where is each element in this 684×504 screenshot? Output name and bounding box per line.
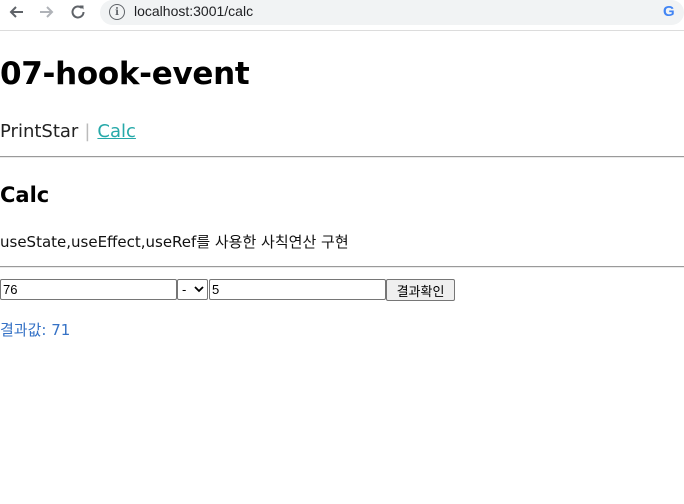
operator-selected-value: - bbox=[182, 282, 187, 297]
nav-separator: | bbox=[84, 121, 91, 142]
divider-bottom bbox=[0, 266, 684, 268]
section-description: useState,useEffect,useRef를 사용한 사칙연산 구현 bbox=[0, 233, 349, 251]
url-text[interactable]: localhost:3001/calc bbox=[134, 3, 253, 19]
back-arrow-icon[interactable] bbox=[4, 0, 28, 24]
page-title: 07-hook-event bbox=[0, 56, 250, 92]
google-icon[interactable]: G bbox=[663, 4, 677, 20]
operand-a-input[interactable] bbox=[0, 279, 177, 300]
chevron-down-icon bbox=[194, 284, 204, 296]
forward-arrow-icon[interactable] bbox=[35, 0, 59, 24]
operand-b-input[interactable] bbox=[209, 279, 386, 300]
nav-link-printstar[interactable]: PrintStar bbox=[0, 121, 78, 142]
page-nav: PrintStar | Calc bbox=[0, 121, 136, 142]
divider-top bbox=[0, 156, 684, 158]
result-text: 결과값: 71 bbox=[0, 321, 71, 339]
section-title: Calc bbox=[0, 183, 50, 207]
check-result-button[interactable]: 결과확인 bbox=[386, 279, 455, 301]
address-bar[interactable]: i localhost:3001/calc G bbox=[100, 0, 684, 25]
browser-toolbar: i localhost:3001/calc G bbox=[0, 0, 684, 31]
reload-icon[interactable] bbox=[66, 0, 90, 24]
info-icon[interactable]: i bbox=[109, 4, 125, 20]
nav-link-calc[interactable]: Calc bbox=[97, 121, 136, 142]
operator-select[interactable]: - bbox=[177, 279, 208, 300]
